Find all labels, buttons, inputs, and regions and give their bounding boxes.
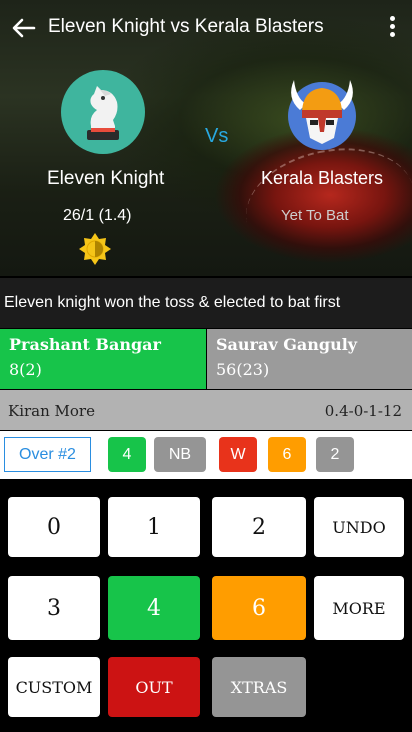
run-3-button[interactable]: 3 [8,576,100,640]
versus-label: Vs [205,125,229,147]
current-over: Over #2 4 NB W 6 2 [0,431,412,479]
toss-status: Eleven knight won the toss & elected to … [0,278,412,328]
app-bar: Eleven Knight vs Kerala Blasters [0,0,412,56]
four-button[interactable]: 4 [108,576,200,640]
team1-name: Eleven Knight [47,168,165,189]
batsman-score: 8(2) [9,360,42,379]
chess-knight-logo [87,86,119,140]
page-title: Eleven Knight vs Kerala Blasters [48,16,324,37]
arrow-left-icon[interactable] [10,14,38,42]
more-button[interactable]: MORE [314,576,404,640]
undo-button[interactable]: UNDO [314,497,404,557]
more-vertical-icon[interactable] [386,16,398,42]
bowler-figures: 0.4-0-1-12 [324,402,402,420]
ball-chip: 2 [316,437,354,472]
over-label: Over #2 [4,437,91,472]
custom-button[interactable]: CUSTOM [8,657,100,717]
run-2-button[interactable]: 2 [212,497,306,557]
viking-helmet-logo [288,80,356,150]
six-button[interactable]: 6 [212,576,306,640]
out-button[interactable]: OUT [108,657,200,717]
team2-name: Kerala Blasters [261,168,384,188]
ball-chip: 4 [108,437,146,472]
ball-chip: NB [154,437,206,472]
bowler-row[interactable]: Kiran More 0.4-0-1-12 [0,390,412,430]
scoring-keypad: 0 1 2 UNDO 3 4 6 MORE CUSTOM OUT XTRAS [0,480,412,732]
batsman-non-striker[interactable]: Saurav Ganguly 56(23) [207,329,412,389]
batsman-name: Prashant Bangar [9,335,161,354]
run-0-button[interactable]: 0 [8,497,100,557]
team2-status: Yet To Bat [281,207,349,224]
team1-logo [61,70,145,154]
extras-button[interactable]: XTRAS [212,657,306,717]
cricket-ball-background [235,133,412,277]
team1-score: 26/1 (1.4) [63,207,132,224]
batsman-score: 56(23) [216,360,270,379]
run-1-button[interactable]: 1 [108,497,200,557]
bowler-name: Kiran More [8,402,95,420]
batsman-striker[interactable]: Prashant Bangar 8(2) [0,329,206,389]
match-header: Eleven Knight vs Kerala Blasters Vs Elev… [0,0,412,277]
batsman-name: Saurav Ganguly [216,335,358,354]
team2-logo [280,70,364,154]
sun-icon [79,233,111,265]
ball-chip: 6 [268,437,306,472]
ball-chip: W [219,437,257,472]
batsmen-row: Prashant Bangar 8(2) Saurav Ganguly 56(2… [0,329,412,389]
